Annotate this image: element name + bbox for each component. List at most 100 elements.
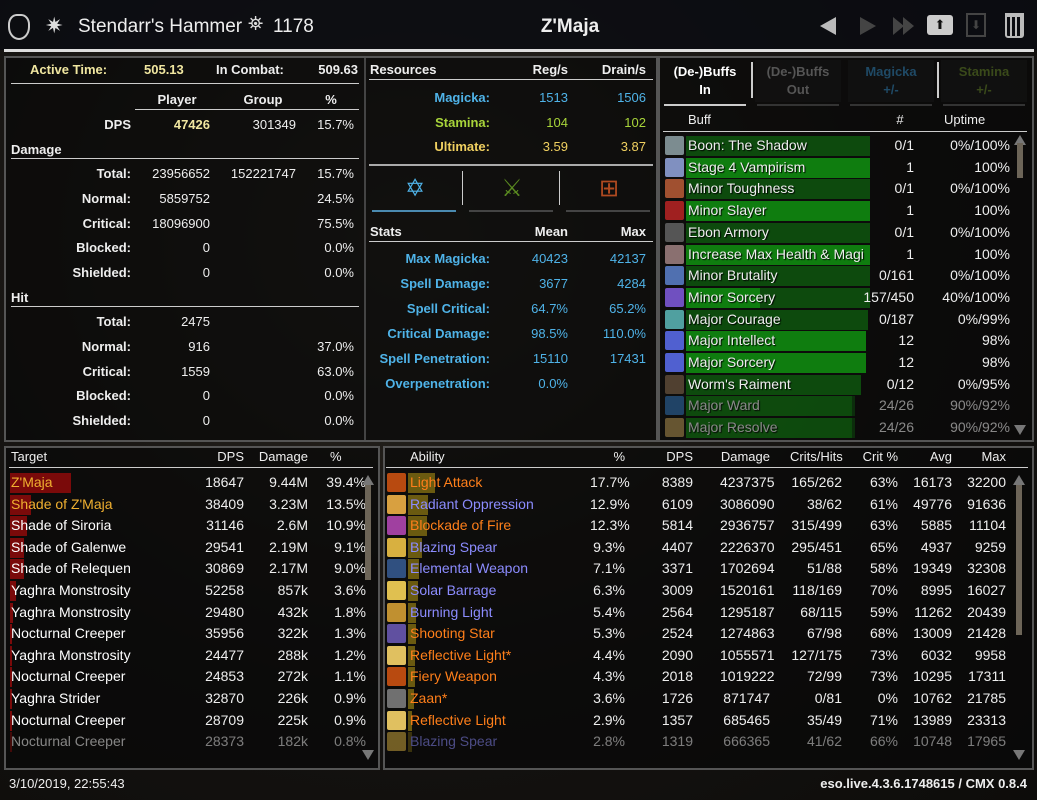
ability-name: Blockade of Fire [410,517,512,534]
buff-tab-1[interactable]: (De-)Buffs Out [755,60,841,106]
buff-row[interactable]: Minor Sorcery 157/450 40%/100% [664,287,1028,308]
buff-icon [665,222,684,242]
buff-row[interactable]: Stage 4 Vampirism 1 100% [664,157,1028,178]
scrollbar[interactable] [1014,135,1026,435]
ability-row[interactable]: Solar Barrage 6.3% 3009 1520161 118/169 70% 89… [386,580,1006,601]
scrollbar[interactable] [362,475,374,760]
prev-fight-button[interactable] [820,17,836,35]
stat-label: Total: [96,314,131,329]
buff-uptime: 98% [981,332,1010,349]
target-dps: 29541 [205,538,244,555]
buff-row[interactable]: Increase Max Health & Magi 1 100% [664,244,1028,265]
buff-row[interactable]: Boon: The Shadow 0/1 0%/100% [664,135,1028,156]
scroll-down-icon[interactable] [1014,425,1026,435]
ability-icon [387,559,406,579]
ability-row[interactable]: Light Attack 17.7% 8389 4237375 165/262 63% 16… [386,472,1006,493]
scroll-thumb[interactable] [1017,143,1023,178]
target-name: Yaghra Monstrosity [11,582,131,598]
ability-row[interactable]: Blazing Spear 9.3% 4407 2226370 295/451 65% 49… [386,537,1006,558]
buff-row[interactable]: Major Resolve 24/26 90%/92% [664,417,1028,439]
buff-row[interactable]: Minor Slayer 1 100% [664,200,1028,222]
stat-tab-stamina[interactable]: ⚔ [467,168,557,214]
target-row[interactable]: Z'Maja 18647 9.44M 39.4% [9,472,366,493]
upload-button[interactable]: ⬆ [927,15,953,35]
stat-label: Spell Damage: [400,275,490,291]
buff-row[interactable]: Minor Brutality 0/161 0%/100% [664,265,1028,287]
scroll-down-icon[interactable] [362,750,374,760]
stat-label: Critical: [82,363,131,379]
ability-max: 9958 [974,646,1006,663]
buff-icon [665,309,684,329]
ability-row[interactable]: Reflective Light* 4.4% 2090 1055571 127/175 7… [386,645,1006,666]
next-fight-button[interactable] [860,17,876,35]
save-button[interactable]: ⬇ [966,13,986,37]
scroll-down-icon[interactable] [1013,750,1025,760]
target-row[interactable]: Nocturnal Creeper 28373 182k 0.8% [9,731,366,753]
tab-underline [469,210,553,212]
target-row[interactable]: Nocturnal Creeper 28709 225k 0.9% [9,710,366,731]
player-value: 1559 [181,363,210,379]
player-value: 0 [202,265,210,281]
resource-label: Stamina: [435,114,490,130]
ability-row[interactable]: Radiant Oppression 12.9% 6109 3086090 38/62 6… [386,494,1006,515]
ability-icon [387,710,406,730]
buff-name: Stage 4 Vampirism [688,158,806,175]
ability-critp: 70% [869,582,898,598]
ability-row[interactable]: Blockade of Fire 12.3% 5814 2936757 315/499 6… [386,515,1006,537]
target-row[interactable]: Nocturnal Creeper 35956 322k 1.3% [9,623,366,645]
target-dps: 38409 [205,495,244,512]
buff-name: Ebon Armory [688,223,769,240]
target-pct: 0.8% [334,733,366,750]
cp-icon: ⛯ [248,14,264,35]
scroll-up-icon[interactable] [1013,475,1025,485]
target-row[interactable]: Shade of Z'Maja 38409 3.23M 13.5% [9,494,366,515]
ability-row[interactable]: Fiery Weapon 4.3% 2018 1019222 72/99 73% 10295… [386,666,1006,688]
ability-row[interactable]: Blazing Spear 2.8% 1319 666365 41/62 66% 10748… [386,731,1006,753]
scroll-thumb[interactable] [365,485,371,580]
target-row[interactable]: Nocturnal Creeper 24853 272k 1.1% [9,666,366,688]
buff-count: 157/450 [863,288,914,305]
scroll-up-icon[interactable] [362,475,374,485]
target-row[interactable]: Shade of Relequen 30869 2.17M 9.0% [9,558,366,580]
scrollbar[interactable] [1013,475,1025,760]
target-row[interactable]: Yaghra Monstrosity 29480 432k 1.8% [9,602,366,623]
target-name: Shade of Siroria [11,517,112,534]
target-damage: 3.23M [269,495,308,512]
buff-row[interactable]: Worm's Raiment 0/12 0%/95% [664,374,1028,395]
buff-row[interactable]: Major Intellect 12 98% [664,330,1028,352]
ability-max: 17965 [967,733,1006,750]
delete-button[interactable] [1005,13,1024,38]
ability-row[interactable]: Burning Light 5.4% 2564 1295187 68/115 59% 112… [386,602,1006,623]
scroll-thumb[interactable] [1016,485,1022,635]
target-row[interactable]: Yaghra Monstrosity 24477 288k 1.2% [9,645,366,666]
ability-avg: 10295 [913,668,952,685]
buff-row[interactable]: Major Courage 0/187 0%/99% [664,309,1028,330]
buff-row[interactable]: Major Ward 24/26 90%/92% [664,395,1028,417]
stat-tab-magicka[interactable]: ✡ [370,168,460,214]
target-dps: 30869 [205,560,244,577]
ability-dps: 2090 [661,646,693,663]
target-row[interactable]: Shade of Galenwe 29541 2.19M 9.1% [9,537,366,558]
target-row[interactable]: Shade of Siroria 31146 2.6M 10.9% [9,515,366,537]
target-row[interactable]: Yaghra Strider 32870 226k 0.9% [9,688,366,709]
target-dps: 32870 [205,690,244,706]
ability-row[interactable]: Reflective Light 2.9% 1357 685465 35/49 71% 13… [386,710,1006,731]
buff-tab-3[interactable]: Stamina +/- [941,60,1027,106]
buff-row[interactable]: Major Sorcery 12 98% [664,352,1028,373]
last-fight-button[interactable] [893,17,917,35]
in-combat-value: 509.63 [318,62,358,77]
ability-row[interactable]: Elemental Weapon 7.1% 3371 1702694 51/88 58% 1… [386,558,1006,580]
buff-tab-2[interactable]: Magicka +/- [848,60,934,106]
buff-row[interactable]: Minor Toughness 0/1 0%/100% [664,178,1028,200]
buff-tab-0[interactable]: (De-)Buffs In [662,60,748,106]
player-value: 23956652 [152,166,210,181]
target-row[interactable]: Yaghra Monstrosity 52258 857k 3.6% [9,580,366,601]
ability-row[interactable]: Zaan* 3.6% 1726 871747 0/81 0% 10762 21785 [386,688,1006,709]
buff-icon [665,353,684,372]
ability-row[interactable]: Shooting Star 5.3% 2524 1274863 67/98 68% 1300… [386,623,1006,645]
divider [11,83,359,84]
buff-row[interactable]: Ebon Armory 0/1 0%/100% [664,222,1028,243]
stat-tab-health[interactable]: ⊞ [564,168,654,214]
ability-max: 21428 [967,625,1006,642]
buff-icon [665,157,684,177]
